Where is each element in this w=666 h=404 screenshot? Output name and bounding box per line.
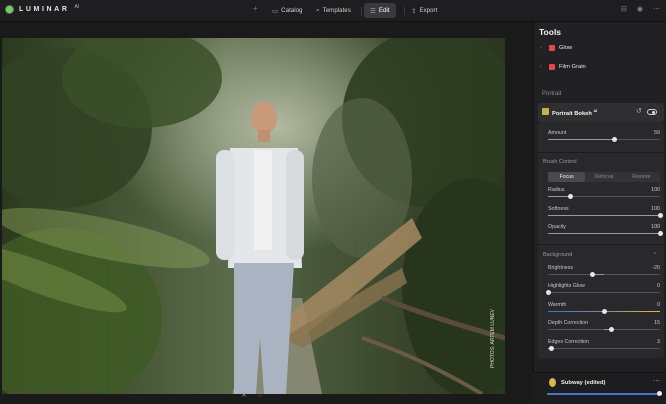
app-logo: LUMINAR AI	[5, 3, 80, 14]
opacity-knob[interactable]	[657, 231, 663, 236]
photo-preview[interactable]: PHOTOS: ARTEM LUNEV	[2, 38, 505, 394]
portrait-bokeh-title: Portrait Bokeh AI	[552, 109, 598, 117]
expand-arrow-icon: ›	[540, 44, 542, 51]
background-label: Background	[543, 252, 573, 258]
brightness-slider[interactable]: Brightness -20	[548, 265, 660, 279]
softness-value: 100	[651, 206, 660, 212]
section-portrait: Portrait	[542, 91, 562, 97]
preset-amount-track[interactable]	[547, 393, 661, 395]
tab-edit[interactable]: ☰ Edit	[364, 3, 396, 18]
preset-icon	[549, 378, 556, 387]
depth-correction-label: Depth Correction	[548, 320, 589, 326]
more-icon[interactable]: ⋯	[653, 5, 660, 13]
mode-defocus[interactable]: Defocus	[585, 172, 622, 182]
reset-icon[interactable]: ↺	[636, 107, 642, 115]
search-icon: ⌕	[316, 6, 320, 14]
top-right-icons: ⊟ ◉ ⋯	[621, 5, 660, 13]
compare-icon[interactable]: ⊟	[621, 5, 627, 13]
radius-label: Radius	[548, 187, 565, 193]
tab-catalog-label: Catalog	[281, 7, 303, 14]
radius-value: 100	[651, 187, 660, 193]
edges-correction-label: Edges Correction	[548, 339, 589, 345]
preset-amount-knob[interactable]	[657, 391, 662, 396]
favorite-icon[interactable]: ♡	[257, 391, 263, 399]
tools-title: Tools	[539, 27, 562, 37]
brightness-knob[interactable]	[590, 272, 596, 277]
preset-bar[interactable]: Subway (edited) ⋯	[533, 372, 666, 404]
more-options-icon[interactable]: ⋯	[653, 377, 660, 385]
tool-glow[interactable]: › Glow	[540, 43, 572, 52]
depth-correction-value: 15	[654, 320, 660, 326]
brush-control-label: Brush Control	[543, 159, 577, 165]
divider	[538, 152, 664, 153]
amount-knob[interactable]	[611, 137, 617, 142]
highlights-glow-value: 0	[657, 283, 660, 289]
amount-slider[interactable]: Amount 59	[548, 130, 660, 144]
folder-icon: ▭	[272, 7, 279, 15]
warmth-label: Warmth	[548, 302, 567, 308]
tool-film-grain-label: Film Grain	[559, 63, 586, 70]
canvas-area: PHOTOS: ARTEM LUNEV ✕ ♡	[0, 22, 533, 404]
tab-catalog[interactable]: ▭ Catalog	[266, 3, 308, 18]
portrait-bokeh-header[interactable]: Portrait Bokeh AI ↺	[538, 103, 664, 122]
film-grain-icon	[549, 63, 555, 70]
app-version: AI	[74, 3, 80, 10]
chevron-up-icon[interactable]: ⌃	[653, 252, 657, 258]
top-bar: LUMINAR AI + ▭ Catalog ⌕ Templates ☰ Edi…	[0, 0, 666, 22]
expand-arrow-icon: ›	[540, 63, 542, 70]
amount-label: Amount	[548, 130, 567, 136]
tab-templates[interactable]: ⌕ Templates	[310, 3, 357, 18]
warmth-slider[interactable]: Warmth 0	[548, 302, 660, 316]
highlights-glow-knob[interactable]	[545, 290, 551, 295]
highlights-glow-slider[interactable]: Highlights Glow 0	[545, 283, 660, 297]
logo-icon	[5, 5, 14, 14]
eye-icon[interactable]: ◉	[637, 5, 643, 13]
divider	[538, 244, 664, 245]
add-icon[interactable]: +	[253, 4, 258, 13]
glow-icon	[549, 44, 555, 51]
edges-correction-slider[interactable]: Edges Correction 3	[548, 339, 660, 353]
radius-knob[interactable]	[567, 194, 573, 199]
mode-restore[interactable]: Restore	[623, 172, 660, 182]
tool-glow-label: Glow	[559, 44, 573, 51]
brightness-value: -20	[652, 265, 660, 271]
depth-correction-knob[interactable]	[609, 327, 615, 332]
highlights-glow-label: Highlights Glow	[548, 283, 585, 289]
edges-correction-knob[interactable]	[548, 346, 554, 351]
nav-divider	[361, 7, 362, 15]
sliders-icon: ☰	[370, 7, 376, 15]
tab-export-label: Export	[419, 7, 438, 14]
tools-panel: Tools › Glow › Film Grain Portrait Portr…	[533, 22, 666, 404]
tool-film-grain[interactable]: › Film Grain	[540, 62, 586, 71]
softness-slider[interactable]: Softness 100	[548, 206, 663, 220]
brush-mode-selector: Focus Defocus Restore	[548, 172, 660, 182]
portrait-bokeh-icon	[542, 108, 549, 115]
softness-label: Softness	[548, 206, 569, 212]
photo-watermark: PHOTOS: ARTEM LUNEV	[490, 308, 496, 368]
softness-knob[interactable]	[657, 213, 663, 218]
tab-export[interactable]: ⇪ Export	[405, 3, 443, 18]
app-name: LUMINAR	[19, 6, 70, 13]
tool-toggle[interactable]	[647, 109, 657, 115]
export-icon: ⇪	[411, 7, 417, 15]
opacity-value: 100	[651, 224, 660, 230]
edges-correction-value: 3	[657, 339, 660, 345]
tab-templates-label: Templates	[322, 7, 351, 14]
depth-correction-slider[interactable]: Depth Correction 15	[548, 320, 660, 334]
warmth-knob[interactable]	[601, 309, 607, 314]
tab-edit-label: Edit	[378, 7, 390, 14]
mode-focus[interactable]: Focus	[548, 172, 586, 182]
reject-icon[interactable]: ✕	[241, 391, 247, 399]
amount-value: 59	[654, 130, 660, 136]
opacity-label: Opacity	[548, 224, 566, 230]
canvas-bottom-icons: ✕ ♡	[241, 391, 263, 399]
radius-slider[interactable]: Radius 100	[548, 187, 660, 201]
brightness-label: Brightness	[548, 265, 574, 271]
photo-image: PHOTOS: ARTEM LUNEV	[2, 38, 505, 394]
warmth-value: 0	[657, 302, 660, 308]
opacity-slider[interactable]: Opacity 100	[548, 224, 663, 238]
preset-name: Subway (edited)	[561, 380, 606, 386]
